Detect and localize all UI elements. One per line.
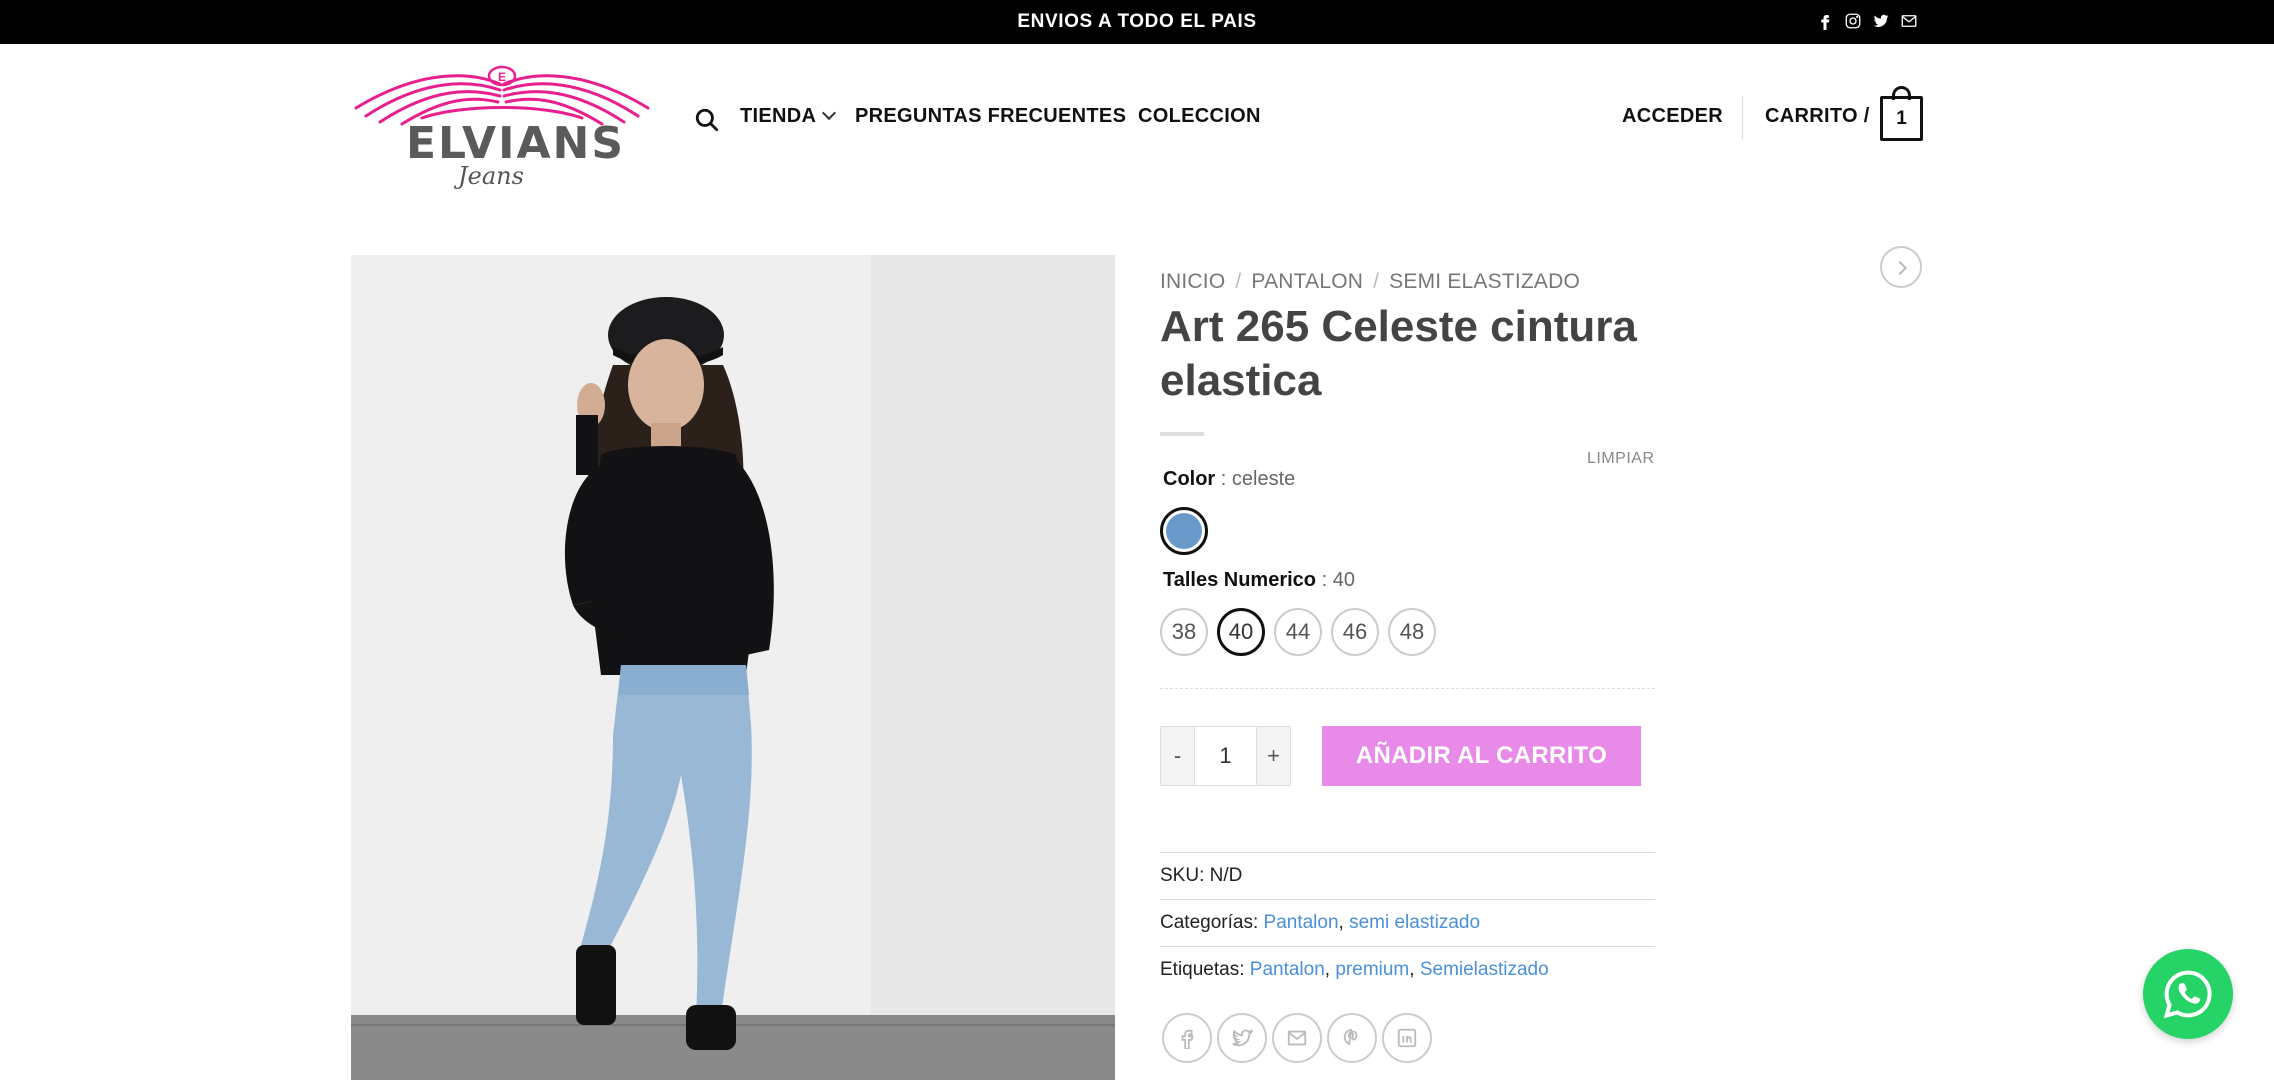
linkedin-icon[interactable] <box>1382 1013 1432 1063</box>
whatsapp-icon <box>2163 970 2212 1019</box>
header-divider <box>1742 96 1743 140</box>
search-icon[interactable] <box>694 107 720 133</box>
size-option-38[interactable]: 38 <box>1160 608 1208 656</box>
color-swatch-celeste[interactable] <box>1160 507 1208 555</box>
whatsapp-chat-button[interactable] <box>2143 949 2233 1039</box>
next-product-button[interactable] <box>1880 246 1922 288</box>
nav-tienda[interactable]: TIENDA <box>740 105 837 128</box>
tag-link-pantalon[interactable]: Pantalon <box>1250 959 1325 980</box>
instagram-icon[interactable] <box>1844 11 1862 31</box>
meta-divider <box>1160 946 1655 947</box>
quantity-plus-button[interactable]: + <box>1257 727 1290 785</box>
quantity-minus-button[interactable]: - <box>1161 727 1194 785</box>
login-link[interactable]: ACCEDER <box>1622 105 1723 128</box>
tag-link-semielastizado[interactable]: Semielastizado <box>1420 959 1549 980</box>
category-link-pantalon[interactable]: Pantalon <box>1264 912 1339 933</box>
sku-row: SKU: N/D <box>1160 865 1242 887</box>
tags-label: Etiquetas: <box>1160 959 1245 980</box>
cart-link[interactable]: CARRITO / <box>1765 105 1870 128</box>
pinterest-icon[interactable] <box>1327 1013 1377 1063</box>
chevron-down-icon <box>822 105 837 121</box>
tag-link-premium[interactable]: premium <box>1335 959 1409 980</box>
share-buttons <box>1162 1013 1432 1063</box>
nav-coleccion[interactable]: COLECCION <box>1138 105 1261 128</box>
envelope-icon[interactable] <box>1272 1013 1322 1063</box>
cart-count-icon[interactable]: 1 <box>1880 96 1923 141</box>
site-logo[interactable]: E ELVIANS Jeans <box>352 64 652 190</box>
meta-divider <box>1160 852 1655 853</box>
product-image[interactable] <box>351 255 1115 1080</box>
meta-divider <box>1160 899 1655 900</box>
color-value: : celeste <box>1220 468 1296 490</box>
color-label: Color <box>1163 468 1216 490</box>
sku-label: SKU: <box>1160 865 1205 886</box>
breadcrumb-inicio[interactable]: INICIO <box>1160 270 1225 293</box>
size-value: : 40 <box>1321 569 1355 591</box>
color-attribute-label: Color : celeste <box>1163 468 1295 491</box>
facebook-icon[interactable] <box>1816 11 1834 31</box>
sku-value: N/D <box>1209 865 1243 886</box>
clear-selection-link[interactable]: LIMPIAR <box>1587 450 1655 468</box>
announcement-text: ENVIOS A TODO EL PAIS <box>1017 11 1257 32</box>
facebook-icon[interactable] <box>1162 1013 1212 1063</box>
size-label: Talles Numerico <box>1163 569 1317 591</box>
size-attribute-label: Talles Numerico : 40 <box>1163 569 1355 592</box>
category-link-semi-elastizado[interactable]: semi elastizado <box>1349 912 1480 933</box>
breadcrumb: INICIO / PANTALON / SEMI ELASTIZADO <box>1160 270 1581 293</box>
envelope-icon[interactable] <box>1900 11 1918 31</box>
svg-text:E: E <box>498 70 506 84</box>
breadcrumb-pantalon[interactable]: PANTALON <box>1251 270 1363 293</box>
categories-row: Categorías: Pantalon, semi elastizado <box>1160 912 1481 933</box>
breadcrumb-semi-elastizado[interactable]: SEMI ELASTIZADO <box>1389 270 1580 293</box>
top-bar: ENVIOS A TODO EL PAIS <box>0 0 2274 44</box>
quantity-stepper: - 1 + <box>1160 726 1291 786</box>
add-to-cart-button[interactable]: AÑADIR AL CARRITO <box>1322 726 1641 786</box>
size-option-48[interactable]: 48 <box>1388 608 1436 656</box>
variations-divider <box>1160 688 1655 689</box>
product-photo-illustration <box>351 255 1115 1080</box>
nav-preguntas-frecuentes[interactable]: PREGUNTAS FRECUENTES <box>855 105 1126 128</box>
tags-row: Etiquetas: Pantalon, premium, Semielasti… <box>1160 959 1549 980</box>
quantity-input[interactable]: 1 <box>1194 727 1257 785</box>
size-options: 38 40 44 46 48 <box>1160 608 1436 656</box>
size-option-44[interactable]: 44 <box>1274 608 1322 656</box>
product-title: Art 265 Celeste cintura elastica <box>1160 302 1637 405</box>
color-swatch-fill <box>1166 513 1202 549</box>
logo-sub-text: Jeans <box>458 162 524 190</box>
title-divider <box>1160 432 1204 436</box>
nav-tienda-label: TIENDA <box>740 105 817 127</box>
size-option-46[interactable]: 46 <box>1331 608 1379 656</box>
social-links <box>1816 11 1918 31</box>
twitter-icon[interactable] <box>1217 1013 1267 1063</box>
categories-label: Categorías: <box>1160 912 1259 933</box>
size-option-40[interactable]: 40 <box>1217 608 1265 656</box>
twitter-icon[interactable] <box>1872 11 1890 31</box>
